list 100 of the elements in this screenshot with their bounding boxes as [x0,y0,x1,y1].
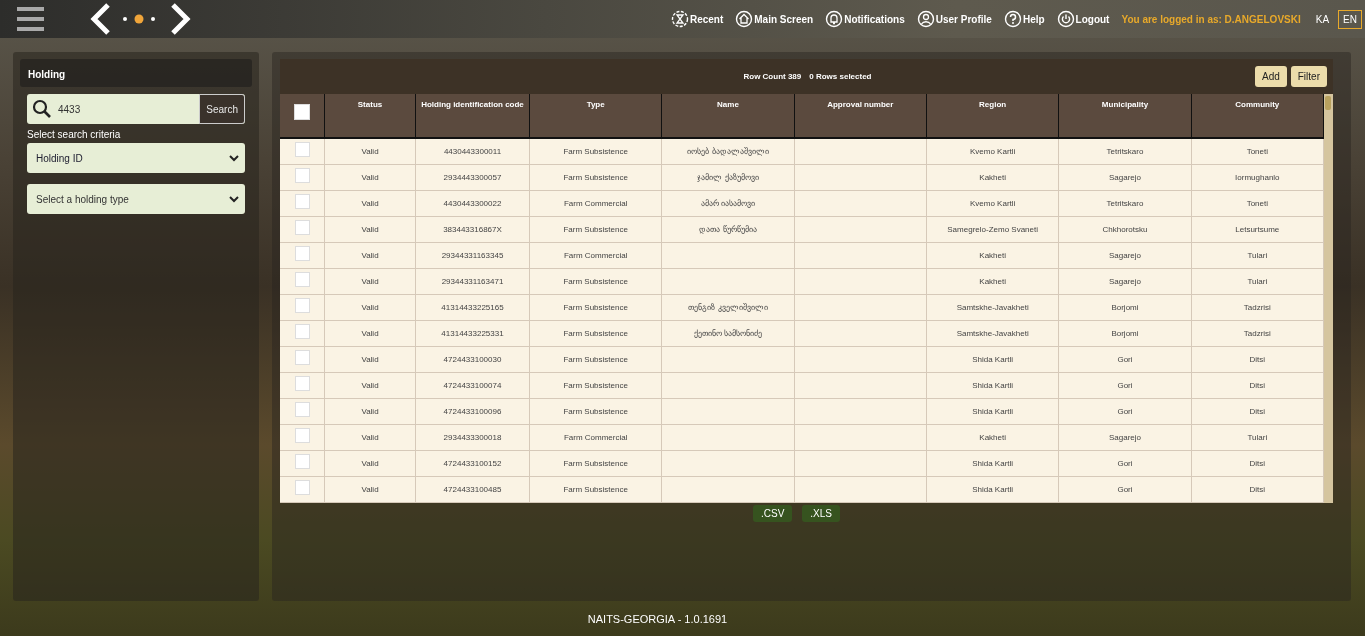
table-cell: 2934443300057 [415,164,530,191]
table-cell: იოსებ ბადალაშვილი [661,138,795,165]
holding-type-dropdown[interactable]: Select a holding type [27,184,245,214]
language-option[interactable]: EN [1338,9,1362,29]
language-option[interactable]: KA [1310,9,1335,29]
nav-link[interactable]: Recent [670,10,724,28]
table-cell: 2934433300018 [415,424,530,451]
panel-title: Holding [20,59,252,87]
table-cell: Gori [1058,476,1192,503]
table-cell: ჯამილ ქაზუმოვი [661,164,795,191]
column-header[interactable]: Name [661,94,795,138]
table-cell: ამარ იასამოვი [661,190,795,217]
table-cell: Sagarejo [1058,242,1192,269]
table-cell: 29344331163345 [415,242,530,269]
nav-link[interactable]: User Profile [916,10,992,28]
table-cell: Ditsi [1191,346,1324,373]
row-checkbox[interactable] [294,350,310,365]
row-checkbox[interactable] [294,324,310,339]
table-cell: Ditsi [1191,372,1324,399]
row-checkbox[interactable] [294,454,310,469]
row-checkbox[interactable] [294,194,310,209]
row-checkbox[interactable] [294,428,310,443]
row-checkbox[interactable] [294,298,310,313]
table-cell: Iormughanlo [1191,164,1324,191]
scrollbar-thumb[interactable] [1325,96,1331,110]
table-cell: Farm Subsistence [529,450,662,477]
select-all-checkbox[interactable] [294,104,310,120]
criteria-dropdown[interactable]: Holding ID [27,143,245,173]
table-cell: Gori [1058,450,1192,477]
table-cell: Kvemo Kartli [926,190,1059,217]
login-status: You are logged in as: D.ANGELOVSKI [1121,13,1301,25]
table-cell: 4724433100152 [415,450,530,477]
row-checkbox[interactable] [294,246,310,261]
table-cell: Borjomi [1058,294,1192,321]
table-cell: Farm Subsistence [529,398,662,425]
export-button[interactable]: .CSV [753,505,793,522]
export-button[interactable]: .XLS [802,505,840,522]
table-cell: Valid [324,398,416,425]
version-text: NAITS-GEORGIA - 1.0.1691 [586,613,729,627]
table-cell: Farm Subsistence [529,476,662,503]
criteria-label: Select search criteria [27,129,122,140]
chevron-down-icon [229,195,239,203]
table-cell: Sagarejo [1058,164,1192,191]
nav-link[interactable]: Help [1003,10,1045,28]
table-cell: Tadzrisi [1191,320,1324,347]
row-checkbox[interactable] [294,480,310,495]
table-cell: Toneti [1191,190,1324,217]
table-cell: Farm Subsistence [529,164,662,191]
table-cell: Sagarejo [1058,268,1192,295]
column-header[interactable]: Community [1191,94,1324,138]
table-cell: 4724433100074 [415,372,530,399]
column-header[interactable]: Approval number [794,94,927,138]
forward-chevron-icon[interactable] [169,2,193,36]
table-cell: Toneti [1191,138,1324,165]
column-header[interactable]: Status [324,94,416,138]
table-cell: Valid [324,476,416,503]
table-cell: 383443316867X [415,216,530,243]
table-cell: Samtskhe-Javakheti [926,294,1059,321]
back-chevron-icon[interactable] [88,2,112,36]
row-checkbox[interactable] [294,376,310,391]
table-cell: Borjomi [1058,320,1192,347]
row-checkbox[interactable] [294,272,310,287]
table-cell: Tadzrisi [1191,294,1324,321]
menu-icon[interactable] [17,7,44,31]
table-button[interactable]: Filter [1290,66,1327,87]
nav-link[interactable]: Notifications [825,10,905,28]
power-icon [1056,10,1075,28]
row-checkbox[interactable] [294,142,310,157]
table-cell: Valid [324,346,416,373]
table-cell: Shida Kartli [926,398,1059,425]
search-button[interactable]: Search [199,94,245,124]
row-checkbox[interactable] [294,220,310,235]
row-checkbox[interactable] [294,168,310,183]
table-cell: Sagarejo [1058,424,1192,451]
column-header[interactable]: Region [926,94,1059,138]
table-cell: Farm Subsistence [529,372,662,399]
table-cell: Valid [324,216,416,243]
table-cell: 4724433100096 [415,398,530,425]
table-cell: Kakheti [926,268,1059,295]
table-button[interactable]: Add [1254,66,1287,87]
scrollbar[interactable] [1324,94,1333,503]
column-header[interactable]: Municipality [1058,94,1192,138]
table-cell: Ditsi [1191,476,1324,503]
column-header[interactable]: Holding identification code [415,94,530,138]
table-cell: Valid [324,372,416,399]
page-dots-icon [122,13,156,25]
table-cell: Farm Subsistence [529,268,662,295]
row-checkbox[interactable] [294,402,310,417]
nav-link[interactable]: Logout [1056,10,1110,28]
table-cell: Tulari [1191,424,1324,451]
table-cell: Farm Subsistence [529,320,662,347]
table-cell: Kakheti [926,242,1059,269]
table-cell: Farm Subsistence [529,294,662,321]
column-header[interactable]: Type [529,94,662,138]
nav-link[interactable]: Main Screen [735,10,814,28]
search-field[interactable]: 4433 Search [27,94,245,124]
user-icon [916,10,935,28]
table-cell: Samegrelo-Zemo Svaneti [926,216,1059,243]
table-cell: Tulari [1191,268,1324,295]
table-cell: Shida Kartli [926,372,1059,399]
